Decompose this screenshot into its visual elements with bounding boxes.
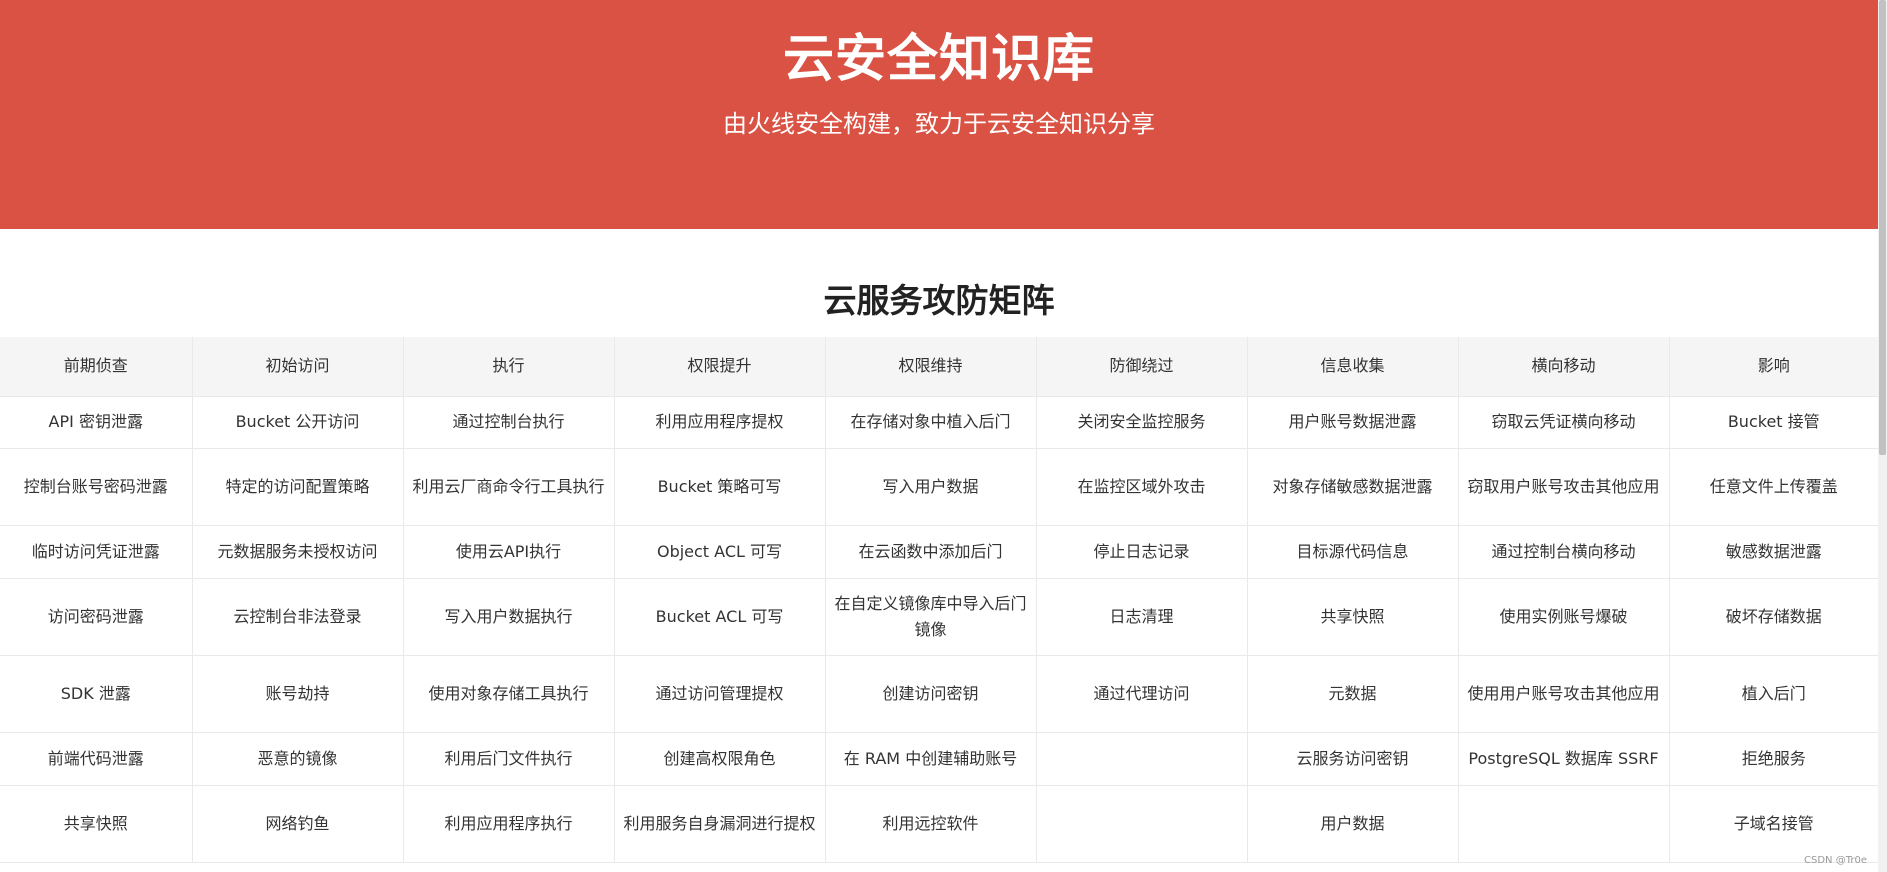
- matrix-cell[interactable]: 通过控制台执行: [403, 396, 615, 449]
- matrix-cell[interactable]: Bucket 策略可写: [614, 448, 826, 526]
- matrix-title: 云服务攻防矩阵: [823, 281, 1055, 321]
- vertical-scrollbar[interactable]: [1878, 0, 1887, 872]
- matrix-cell[interactable]: 利用应用程序提权: [614, 396, 826, 449]
- column-header: 权限维持: [825, 337, 1037, 397]
- column-header: 信息收集: [1247, 337, 1459, 397]
- table-row: SDK 泄露 账号劫持 使用对象存储工具执行 通过访问管理提权 创建访问密钥 通…: [0, 655, 1878, 733]
- page-subtitle: 由火线安全构建，致力于云安全知识分享: [723, 110, 1155, 138]
- matrix-cell[interactable]: 创建高权限角色: [614, 732, 826, 786]
- matrix-cell[interactable]: 日志清理: [1036, 578, 1248, 656]
- matrix-cell[interactable]: 共享快照: [0, 785, 193, 863]
- page: 云安全知识库 由火线安全构建，致力于云安全知识分享 云服务攻防矩阵 前期侦查 初…: [0, 0, 1887, 872]
- matrix-cell[interactable]: 在云函数中添加后门: [825, 525, 1037, 579]
- matrix-cell[interactable]: 控制台账号密码泄露: [0, 448, 193, 526]
- matrix-cell[interactable]: 恶意的镜像: [192, 732, 404, 786]
- matrix-cell[interactable]: PostgreSQL 数据库 SSRF: [1458, 732, 1670, 786]
- matrix-cell[interactable]: 前端代码泄露: [0, 732, 193, 786]
- table-row: 前端代码泄露 恶意的镜像 利用后门文件执行 创建高权限角色 在 RAM 中创建辅…: [0, 732, 1878, 786]
- matrix-cell[interactable]: 特定的访问配置策略: [192, 448, 404, 526]
- table-header-row: 前期侦查 初始访问 执行 权限提升 权限维持 防御绕过 信息收集 横向移动 影响: [0, 337, 1878, 397]
- matrix-cell[interactable]: 拒绝服务: [1669, 732, 1878, 786]
- matrix-cell[interactable]: Object ACL 可写: [614, 525, 826, 579]
- matrix-cell[interactable]: 云控制台非法登录: [192, 578, 404, 656]
- matrix-cell[interactable]: 网络钓鱼: [192, 785, 404, 863]
- matrix-cell[interactable]: 通过代理访问: [1036, 655, 1248, 733]
- matrix-cell[interactable]: 创建访问密钥: [825, 655, 1037, 733]
- matrix-cell[interactable]: 利用后门文件执行: [403, 732, 615, 786]
- column-header: 权限提升: [614, 337, 826, 397]
- matrix-cell[interactable]: 在 RAM 中创建辅助账号: [825, 732, 1037, 786]
- matrix-cell[interactable]: 利用远控软件: [825, 785, 1037, 863]
- matrix-cell[interactable]: 通过控制台横向移动: [1458, 525, 1670, 579]
- table-row: 共享快照 网络钓鱼 利用应用程序执行 利用服务自身漏洞进行提权 利用远控软件 用…: [0, 785, 1878, 863]
- matrix-cell[interactable]: 关闭安全监控服务: [1036, 396, 1248, 449]
- matrix-cell[interactable]: 使用对象存储工具执行: [403, 655, 615, 733]
- matrix-cell[interactable]: Bucket ACL 可写: [614, 578, 826, 656]
- matrix-cell[interactable]: Bucket 接管: [1669, 396, 1878, 449]
- matrix-cell[interactable]: 云服务访问密钥: [1247, 732, 1459, 786]
- matrix-cell[interactable]: 破坏存储数据: [1669, 578, 1878, 656]
- matrix-cell[interactable]: 临时访问凭证泄露: [0, 525, 193, 579]
- matrix-cell[interactable]: 访问密码泄露: [0, 578, 193, 656]
- matrix-cell[interactable]: 敏感数据泄露: [1669, 525, 1878, 579]
- matrix-cell[interactable]: 账号劫持: [192, 655, 404, 733]
- column-header: 执行: [403, 337, 615, 397]
- column-header: 横向移动: [1458, 337, 1670, 397]
- matrix-cell[interactable]: 任意文件上传覆盖: [1669, 448, 1878, 526]
- table-row: 控制台账号密码泄露 特定的访问配置策略 利用云厂商命令行工具执行 Bucket …: [0, 448, 1878, 526]
- column-header: 前期侦查: [0, 337, 193, 397]
- matrix-cell[interactable]: 使用实例账号爆破: [1458, 578, 1670, 656]
- matrix-cell[interactable]: 共享快照: [1247, 578, 1459, 656]
- matrix-cell[interactable]: 停止日志记录: [1036, 525, 1248, 579]
- hero-banner: 云安全知识库 由火线安全构建，致力于云安全知识分享: [0, 0, 1878, 229]
- matrix-cell[interactable]: 写入用户数据执行: [403, 578, 615, 656]
- page-title: 云安全知识库: [782, 30, 1095, 89]
- matrix-cell[interactable]: 利用服务自身漏洞进行提权: [614, 785, 826, 863]
- matrix-cell[interactable]: API 密钥泄露: [0, 396, 193, 449]
- column-header: 初始访问: [192, 337, 404, 397]
- matrix-cell[interactable]: 通过访问管理提权: [614, 655, 826, 733]
- matrix-cell[interactable]: 用户账号数据泄露: [1247, 396, 1459, 449]
- matrix-cell-empty: [1036, 732, 1248, 786]
- matrix-cell[interactable]: 窃取用户账号攻击其他应用: [1458, 448, 1670, 526]
- matrix-cell[interactable]: 植入后门: [1669, 655, 1878, 733]
- matrix-cell[interactable]: 窃取云凭证横向移动: [1458, 396, 1670, 449]
- matrix-cell[interactable]: 目标源代码信息: [1247, 525, 1459, 579]
- matrix-cell[interactable]: 在自定义镜像库中导入后门镜像: [825, 578, 1037, 656]
- matrix-cell[interactable]: 写入用户数据: [825, 448, 1037, 526]
- matrix-cell-empty: [1036, 785, 1248, 863]
- column-header: 影响: [1669, 337, 1878, 397]
- matrix-cell[interactable]: 利用应用程序执行: [403, 785, 615, 863]
- matrix-cell[interactable]: 使用用户账号攻击其他应用: [1458, 655, 1670, 733]
- matrix-cell[interactable]: SDK 泄露: [0, 655, 193, 733]
- table-row: API 密钥泄露 Bucket 公开访问 通过控制台执行 利用应用程序提权 在存…: [0, 396, 1878, 449]
- matrix-cell[interactable]: 使用云API执行: [403, 525, 615, 579]
- matrix-cell-empty: [1458, 785, 1670, 863]
- attack-defense-matrix-table: 前期侦查 初始访问 执行 权限提升 权限维持 防御绕过 信息收集 横向移动 影响…: [0, 337, 1878, 863]
- matrix-cell[interactable]: 元数据服务未授权访问: [192, 525, 404, 579]
- matrix-cell[interactable]: 元数据: [1247, 655, 1459, 733]
- matrix-cell[interactable]: 子域名接管: [1669, 785, 1878, 863]
- scrollbar-thumb[interactable]: [1879, 0, 1886, 455]
- matrix-cell[interactable]: 在监控区域外攻击: [1036, 448, 1248, 526]
- matrix-cell[interactable]: 对象存储敏感数据泄露: [1247, 448, 1459, 526]
- column-header: 防御绕过: [1036, 337, 1248, 397]
- matrix-cell[interactable]: 在存储对象中植入后门: [825, 396, 1037, 449]
- table-row: 临时访问凭证泄露 元数据服务未授权访问 使用云API执行 Object ACL …: [0, 525, 1878, 579]
- watermark: CSDN @Tr0e: [1804, 855, 1867, 866]
- matrix-cell[interactable]: 用户数据: [1247, 785, 1459, 863]
- matrix-cell[interactable]: Bucket 公开访问: [192, 396, 404, 449]
- table-row: 访问密码泄露 云控制台非法登录 写入用户数据执行 Bucket ACL 可写 在…: [0, 578, 1878, 656]
- matrix-cell[interactable]: 利用云厂商命令行工具执行: [403, 448, 615, 526]
